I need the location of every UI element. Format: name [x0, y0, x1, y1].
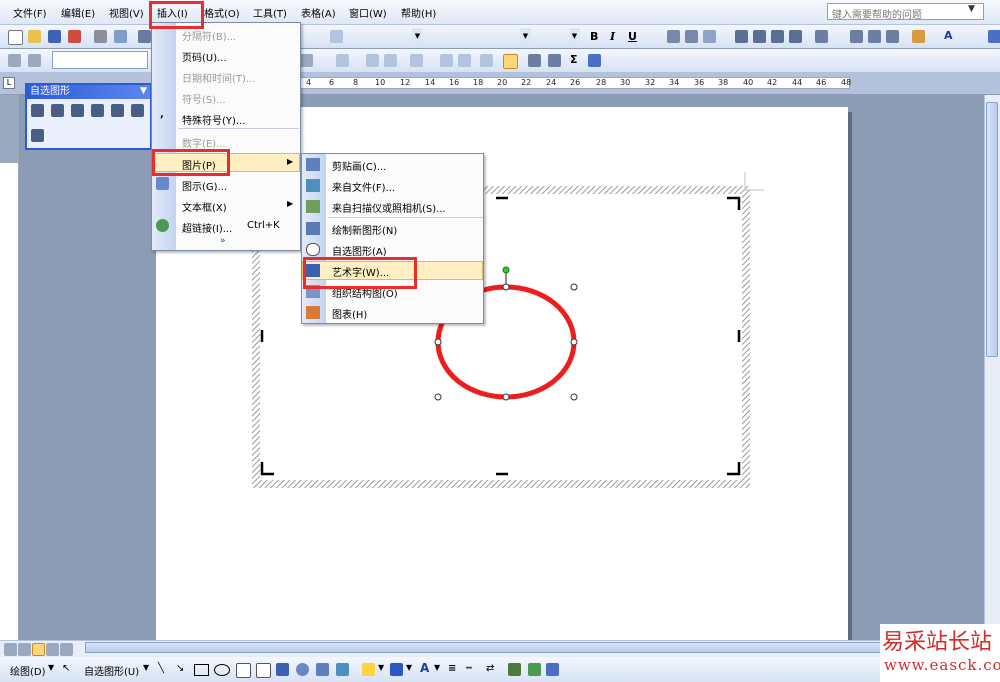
from-file-icon: [306, 179, 320, 192]
scanner-icon: [306, 200, 320, 213]
flowchart-icon[interactable]: [111, 104, 124, 117]
insert-menu-item-break[interactable]: 分隔符(B)...: [182, 28, 236, 43]
oval-tool-icon[interactable]: [214, 664, 230, 676]
font-color-tool-icon[interactable]: A: [420, 661, 429, 675]
submenu-item-new-drawing[interactable]: 绘制新图形(N): [332, 222, 397, 237]
3d-style-icon[interactable]: [528, 663, 541, 676]
autoshapes-dropdown-icon[interactable]: ▼: [143, 663, 149, 672]
insert-menu-item-date-time[interactable]: 日期和时间(T)...: [182, 70, 255, 85]
menu-separator: [328, 217, 483, 218]
basic-shapes-icon[interactable]: [71, 104, 84, 117]
diagram-tool-icon[interactable]: [296, 663, 309, 676]
submenu-arrow-icon: ▶: [287, 157, 294, 166]
autoshapes-menu-button[interactable]: 自选图形(U): [84, 663, 139, 678]
submenu-item-from-file[interactable]: 来自文件(F)...: [332, 179, 395, 194]
chart-icon: [306, 306, 320, 319]
expand-menu-icon[interactable]: »: [220, 236, 226, 246]
wordart-item-red-highlight: [303, 257, 417, 289]
watermark-url: www.easck.com: [884, 656, 1000, 674]
autoshapes-toolbar-title[interactable]: 自选图形: [27, 85, 150, 99]
autoshapes-options-icon[interactable]: ▼: [140, 86, 147, 96]
menu-separator: [178, 128, 299, 129]
submenu-item-scanner[interactable]: 来自扫描仪或照相机(S)...: [332, 200, 446, 215]
hyperlink-icon: [156, 219, 169, 232]
insert-menu-item-page-number[interactable]: 页码(U)...: [182, 49, 227, 64]
insert-menu-item-number[interactable]: 数字(E)...: [182, 135, 226, 150]
vertical-textbox-icon[interactable]: [256, 663, 271, 678]
clipart-icon: [306, 158, 320, 171]
line-color-icon[interactable]: [390, 663, 403, 676]
drawing-toolbar: 绘图(D) ▼ ↖ 自选图形(U) ▼ ╲ ↘ ▼ ▼ A ▼ ≡ ┅ ⇄: [0, 657, 1000, 682]
shadow-style-icon[interactable]: [508, 663, 521, 676]
fill-color-icon[interactable]: [362, 663, 375, 676]
callouts-icon[interactable]: [31, 129, 44, 142]
arrow-style-icon[interactable]: ⇄: [486, 663, 494, 674]
block-arrows-icon[interactable]: [91, 104, 104, 117]
stars-banners-icon[interactable]: [131, 104, 144, 117]
insert-menu-gutter: [152, 23, 176, 250]
drawing-toolbar-options-icon[interactable]: [546, 663, 559, 676]
fill-color-dropdown-icon[interactable]: ▼: [378, 663, 384, 672]
horizontal-scroll-thumb[interactable]: [85, 642, 965, 653]
autoshapes-icon: [306, 243, 320, 256]
normal-view-icon[interactable]: [4, 643, 17, 656]
dash-style-icon[interactable]: ┅: [466, 663, 472, 674]
vertical-scroll-thumb[interactable]: [986, 102, 998, 357]
special-symbol-icon: ,: [160, 109, 164, 120]
clipart-tool-icon[interactable]: [316, 663, 329, 676]
hyperlink-shortcut: Ctrl+K: [247, 220, 280, 231]
line-color-dropdown-icon[interactable]: ▼: [406, 663, 412, 672]
outline-view-icon[interactable]: [46, 643, 59, 656]
lines-icon[interactable]: [31, 104, 44, 117]
submenu-item-chart[interactable]: 图表(H): [332, 306, 367, 321]
watermark-title: 易采站长站: [882, 630, 993, 655]
font-color-dropdown-icon[interactable]: ▼: [434, 663, 440, 672]
submenu-item-clipart[interactable]: 剪贴画(C)...: [332, 158, 386, 173]
draw-dropdown-icon[interactable]: ▼: [48, 663, 54, 672]
insert-menu-item-hyperlink[interactable]: 超链接(I)...: [182, 220, 232, 235]
textbox-tool-icon[interactable]: [236, 663, 251, 678]
line-style-icon[interactable]: ≡: [448, 663, 456, 674]
submenu-item-autoshapes[interactable]: 自选图形(A): [332, 243, 387, 258]
print-layout-icon[interactable]: [32, 643, 45, 656]
wordart-tool-icon[interactable]: [276, 663, 289, 676]
reading-view-icon[interactable]: [60, 643, 73, 656]
new-drawing-icon: [306, 222, 320, 235]
select-objects-icon[interactable]: ↖: [62, 663, 70, 674]
insert-menu-item-textbox[interactable]: 文本框(X): [182, 199, 227, 214]
rectangle-tool-icon[interactable]: [194, 664, 209, 676]
line-tool-icon[interactable]: ╲: [158, 663, 164, 674]
insert-menu-item-special-symbol[interactable]: 特殊符号(Y)...: [182, 112, 245, 127]
connectors-icon[interactable]: [51, 104, 64, 117]
submenu-arrow-icon: ▶: [287, 199, 294, 208]
arrow-tool-icon[interactable]: ↘: [176, 663, 184, 674]
draw-menu-button[interactable]: 绘图(D): [10, 663, 46, 678]
diagram-icon: [156, 177, 169, 190]
picture-tool-icon[interactable]: [336, 663, 349, 676]
web-view-icon[interactable]: [18, 643, 31, 656]
insert-menu-item-symbol[interactable]: 符号(S)...: [182, 91, 226, 106]
insert-menu-item-diagram[interactable]: 图示(G)...: [182, 178, 227, 193]
picture-item-red-highlight: [152, 149, 230, 176]
insert-menu-red-highlight: [149, 1, 204, 29]
